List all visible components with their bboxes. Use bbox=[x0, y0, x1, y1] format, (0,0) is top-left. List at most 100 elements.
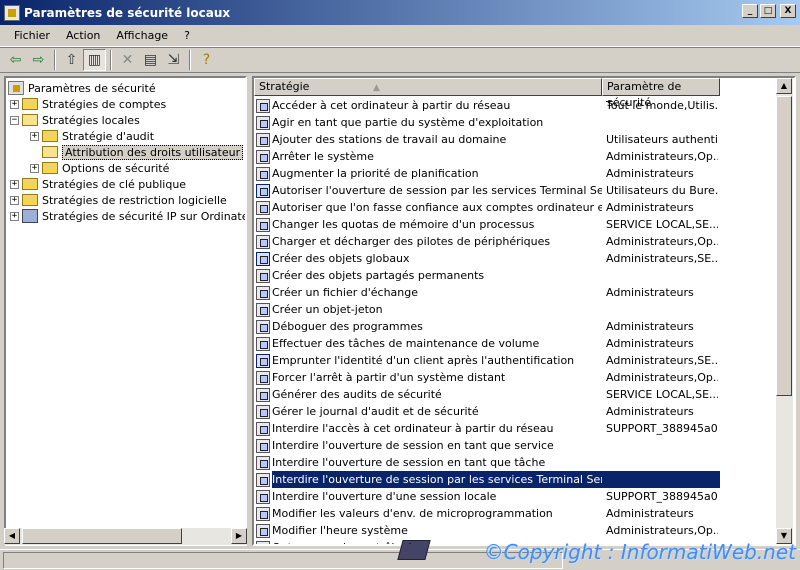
policy-row[interactable]: Modifier les valeurs d'env. de microprog… bbox=[254, 505, 694, 522]
policy-setting: Administrateurs,Op... bbox=[606, 371, 718, 384]
tree-item-user-rights[interactable]: Attribution des droits utilisateur bbox=[42, 144, 244, 160]
help-icon[interactable]: ? bbox=[195, 49, 218, 71]
tree-item-audit-policy[interactable]: + Stratégie d'audit bbox=[30, 128, 154, 144]
back-icon[interactable]: ⇦ bbox=[4, 49, 27, 71]
policy-icon bbox=[256, 387, 270, 402]
tree-item-ip-security[interactable]: + Stratégies de sécurité IP sur Ordinate… bbox=[10, 208, 245, 224]
menu-affichage[interactable]: Affichage bbox=[108, 29, 176, 42]
policy-row[interactable]: Interdire l'ouverture de session en tant… bbox=[254, 437, 602, 454]
tree-item-account-policies[interactable]: + Stratégies de comptes bbox=[10, 96, 166, 112]
policy-row[interactable]: Interdire l'ouverture d'une session loca… bbox=[254, 488, 718, 505]
menu-help[interactable]: ? bbox=[176, 29, 198, 42]
policy-row[interactable]: Autoriser que l'on fasse confiance aux c… bbox=[254, 199, 694, 216]
policy-name: Gérer le journal d'audit et de sécurité bbox=[272, 405, 479, 418]
expand-icon[interactable]: + bbox=[10, 99, 19, 109]
list-vertical-scrollbar[interactable]: ▲ ▼ bbox=[776, 78, 793, 544]
policy-icon bbox=[256, 132, 270, 147]
up-folder-icon[interactable]: ⇧ bbox=[60, 49, 83, 71]
folder-icon bbox=[42, 162, 58, 174]
expand-icon[interactable]: + bbox=[30, 131, 39, 141]
policy-name: Emprunter l'identité d'un client après l… bbox=[272, 354, 575, 367]
toolbar-separator bbox=[110, 50, 112, 70]
policy-row[interactable]: Générer des audits de sécurité SERVICE LO… bbox=[254, 386, 718, 403]
collapse-icon[interactable]: − bbox=[10, 115, 19, 125]
policy-name: Changer les quotas de mémoire d'un proce… bbox=[272, 218, 535, 231]
policy-name: Effectuer des tâches de maintenance de v… bbox=[272, 337, 540, 350]
policy-row[interactable]: Créer un objet-jeton bbox=[254, 301, 602, 318]
policy-setting: Administrateurs,Op... bbox=[606, 150, 718, 163]
policy-icon bbox=[256, 336, 270, 351]
export-list-icon[interactable]: ⇲ bbox=[162, 49, 185, 71]
policy-row[interactable]: Interdire l'accès à cet ordinateur à par… bbox=[254, 420, 718, 437]
policy-setting: Administrateurs,SE... bbox=[606, 354, 718, 367]
policy-icon bbox=[256, 302, 270, 317]
tree-horizontal-scrollbar[interactable]: ◀ ▶ bbox=[4, 528, 247, 545]
policy-icon bbox=[256, 506, 270, 521]
policy-row[interactable]: Charger et décharger des pilotes de péri… bbox=[254, 233, 718, 250]
menu-action[interactable]: Action bbox=[58, 29, 108, 42]
tree-item-root[interactable]: Paramètres de sécurité bbox=[8, 80, 156, 96]
forward-icon[interactable]: ⇨ bbox=[27, 49, 50, 71]
expand-icon[interactable]: + bbox=[10, 211, 19, 221]
column-header-setting[interactable]: Paramètre de sécurité bbox=[602, 78, 720, 109]
scroll-thumb[interactable] bbox=[22, 528, 182, 544]
policy-row[interactable]: Ajouter des stations de travail au domai… bbox=[254, 131, 718, 148]
policy-icon bbox=[256, 370, 270, 385]
policy-row[interactable]: Arrêter le système Administrateurs,Op... bbox=[254, 148, 718, 165]
policy-icon bbox=[256, 200, 270, 215]
security-settings-app-icon bbox=[4, 4, 20, 21]
scroll-track[interactable] bbox=[776, 94, 793, 528]
policy-row[interactable]: Créer des objets globaux Administrateurs,… bbox=[254, 250, 718, 267]
policy-row[interactable]: Autoriser l'ouverture de session par les… bbox=[254, 182, 718, 199]
tree-item-public-key[interactable]: + Stratégies de clé publique bbox=[10, 176, 186, 192]
policy-row[interactable]: Changer les quotas de mémoire d'un proce… bbox=[254, 216, 718, 233]
policy-row[interactable]: Agir en tant que partie du système d'exp… bbox=[254, 114, 602, 131]
policy-name: Déboguer des programmes bbox=[272, 320, 423, 333]
folder-icon bbox=[22, 194, 38, 206]
close-button[interactable]: X bbox=[780, 4, 796, 18]
policy-row[interactable]: Interdire l'ouverture de session en tant… bbox=[254, 454, 602, 471]
tree-item-local-policies[interactable]: − Stratégies locales bbox=[10, 112, 140, 128]
policy-row[interactable]: Créer des objets partagés permanents bbox=[254, 267, 602, 284]
properties-icon[interactable]: ▤ bbox=[139, 49, 162, 71]
tree-item-software-restriction[interactable]: + Stratégies de restriction logicielle bbox=[10, 192, 227, 208]
menu-fichier[interactable]: Fichier bbox=[6, 29, 58, 42]
policy-row[interactable]: Effectuer des tâches de maintenance de v… bbox=[254, 335, 694, 352]
minimize-button[interactable]: _ bbox=[742, 4, 758, 18]
policy-row[interactable]: Interdire l'ouverture de session par les… bbox=[254, 471, 720, 488]
policy-icon bbox=[256, 268, 270, 283]
policy-row[interactable]: Emprunter l'identité d'un client après l… bbox=[254, 352, 718, 369]
policy-row[interactable]: Forcer l'arrêt à partir d'un système dis… bbox=[254, 369, 718, 386]
policy-setting: Administrateurs bbox=[606, 337, 694, 350]
scroll-left-icon[interactable]: ◀ bbox=[4, 528, 20, 544]
policy-setting: Administrateurs bbox=[606, 201, 694, 214]
scroll-track[interactable] bbox=[20, 528, 231, 545]
scroll-up-icon[interactable]: ▲ bbox=[776, 78, 792, 94]
policy-icon bbox=[256, 421, 270, 436]
show-hide-tree-icon[interactable]: ▥ bbox=[83, 49, 106, 71]
policy-row[interactable]: Créer un fichier d'échange Administrateur… bbox=[254, 284, 694, 301]
policy-name: Créer un objet-jeton bbox=[272, 303, 383, 316]
tree-item-security-options[interactable]: + Options de sécurité bbox=[30, 160, 169, 176]
policy-row[interactable]: Gérer le journal d'audit et de sécurité A… bbox=[254, 403, 694, 420]
delete-icon[interactable]: ✕ bbox=[116, 49, 139, 71]
expand-icon[interactable]: + bbox=[10, 195, 19, 205]
policy-name: Interdire l'ouverture de session par les… bbox=[272, 473, 602, 486]
expand-icon[interactable]: + bbox=[10, 179, 19, 189]
policy-name: Interdire l'ouverture d'une session loca… bbox=[272, 490, 497, 503]
maximize-button[interactable]: □ bbox=[760, 4, 776, 18]
policy-row[interactable]: Accéder à cet ordinateur à partir du rés… bbox=[254, 97, 718, 114]
policy-icon bbox=[256, 183, 270, 198]
policy-row[interactable]: Augmenter la priorité de planification Ad… bbox=[254, 165, 694, 182]
policy-name: Créer des objets globaux bbox=[272, 252, 410, 265]
scroll-right-icon[interactable]: ▶ bbox=[231, 528, 247, 544]
policy-row[interactable]: Déboguer des programmes Administrateurs bbox=[254, 318, 694, 335]
policy-name: Interdire l'ouverture de session en tant… bbox=[272, 439, 554, 452]
policy-name: Interdire l'ouverture de session en tant… bbox=[272, 456, 546, 469]
policy-icon bbox=[256, 319, 270, 334]
open-folder-icon bbox=[22, 114, 38, 126]
column-header-policy[interactable]: Stratégie ▲ bbox=[254, 78, 602, 96]
policy-row[interactable]: Modifier l'heure système Administrateurs,… bbox=[254, 522, 718, 539]
expand-icon[interactable]: + bbox=[30, 163, 39, 173]
scroll-thumb[interactable] bbox=[776, 96, 792, 396]
